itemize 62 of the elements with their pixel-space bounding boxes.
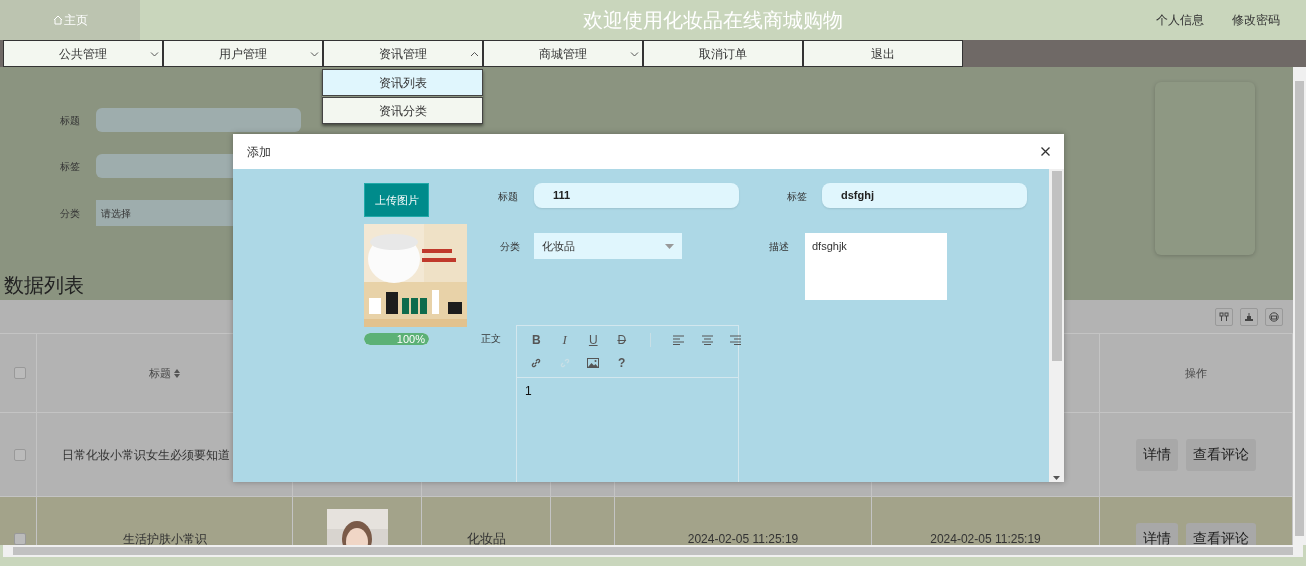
table-row[interactable]: 生活护肤小常识 化妆品 2024-02-05 11:25:19 2024-02-05 11:25:19 详情 查看评论 [0, 497, 1293, 545]
checkbox[interactable] [13, 532, 26, 545]
scrollbar[interactable] [3, 545, 1303, 557]
nav-menu-item[interactable]: 退出 [803, 40, 963, 67]
field-label: 分类 [59, 206, 81, 221]
nav-menu-item[interactable]: 取消订单 [643, 40, 803, 67]
scroll-down-icon[interactable] [1053, 476, 1060, 480]
export-icon[interactable] [1240, 307, 1258, 326]
action-button[interactable]: 查看评论 [1186, 522, 1256, 545]
checkbox[interactable] [13, 448, 26, 461]
field-label: 分类 [500, 240, 521, 254]
text-area[interactable]: dfsghjk [805, 233, 947, 300]
close-icon[interactable] [1041, 147, 1050, 156]
field-label: 标签 [59, 159, 81, 174]
nav-menu-item[interactable]: 公共管理 [3, 40, 163, 67]
toolbar-button[interactable]: B [522, 331, 551, 349]
action-button[interactable]: 查看评论 [1186, 438, 1256, 471]
sort-icon[interactable] [174, 368, 180, 378]
column-header: 标题 [149, 365, 171, 381]
dropdown-item[interactable]: 资讯列表 [322, 69, 483, 96]
nav-menu-item[interactable]: 商城管理 [483, 40, 643, 67]
table-cell-text: 2024-02-05 11:25:19 [687, 530, 799, 545]
toolbar-button[interactable]: D [607, 331, 636, 349]
upload-button[interactable]: 上传图片 [364, 183, 429, 217]
columns-icon[interactable] [1215, 307, 1233, 326]
section-title: 数据列表 [3, 273, 85, 298]
action-button[interactable]: 详情 [1136, 438, 1178, 471]
nav-menu-item[interactable]: 用户管理 [163, 40, 323, 67]
editor-text: 1 [524, 383, 533, 400]
field-label: 标题 [59, 113, 81, 128]
table-cell-text: 日常化妆小常识女生必须要知道 [62, 446, 230, 464]
toolbar-button[interactable]: ? [607, 354, 636, 372]
dropdown-icon[interactable] [665, 243, 674, 249]
toolbar-button[interactable]: U [579, 331, 608, 349]
rich-text-editor[interactable]: B I U D ? 1 [516, 325, 739, 482]
input-field[interactable] [96, 108, 301, 132]
checkbox[interactable] [13, 367, 26, 379]
toolbar-button[interactable]: I [550, 331, 579, 349]
header-link[interactable]: 修改密码 [1232, 11, 1280, 29]
column-header: 操作 [1185, 365, 1207, 381]
header-link[interactable]: 个人信息 [1156, 11, 1204, 29]
input-field[interactable]: dsfghj [822, 183, 1027, 208]
page-title: 欢迎使用化妆品在线商城购物 [582, 8, 844, 33]
field-label: 正文 [481, 332, 502, 346]
select-field[interactable]: 请选择 [96, 200, 236, 226]
dropdown-item[interactable]: 资讯分类 [322, 97, 483, 124]
print-icon[interactable] [1265, 307, 1283, 326]
field-label: 描述 [769, 240, 790, 254]
progress-label: 100% [396, 333, 425, 345]
table-cell-text: 生活护肤小常识 [122, 530, 207, 545]
scrollbar[interactable] [1293, 67, 1306, 545]
home-icon [52, 15, 63, 25]
input-field[interactable]: 111 [534, 183, 739, 208]
field-label: 标题 [498, 190, 519, 204]
nav-menu-item[interactable]: 资讯管理 [323, 40, 483, 67]
table-cell-text: 2024-02-05 11:25:19 [930, 530, 1041, 545]
table-cell-text: 化妆品 [466, 529, 506, 545]
field-label: 标签 [787, 190, 808, 204]
scrollbar[interactable] [1049, 169, 1064, 482]
dialog-title: 添加 [247, 143, 271, 161]
select-field[interactable]: 化妆品 [534, 233, 682, 259]
action-button[interactable]: 详情 [1136, 522, 1178, 545]
